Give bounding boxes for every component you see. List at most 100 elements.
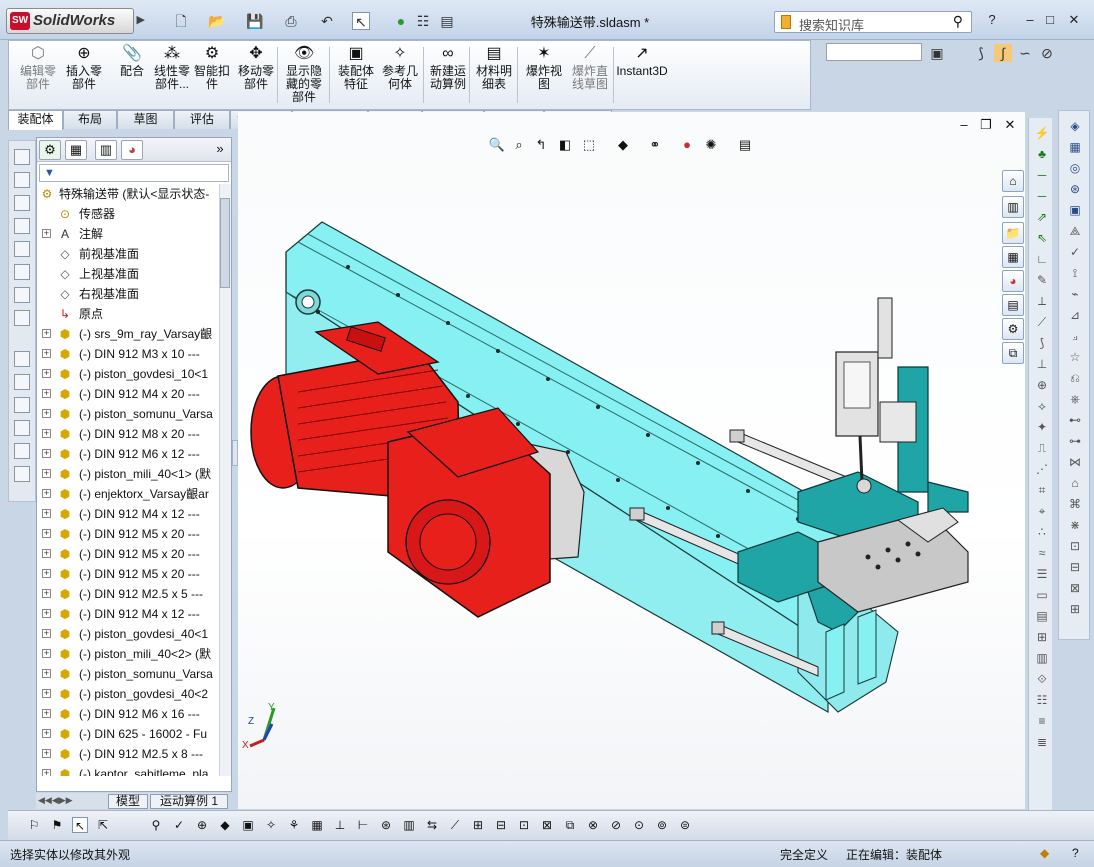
cmd-edit-component-button[interactable]: ⬡ 编辑零部件 xyxy=(15,45,61,91)
expand-icon[interactable]: + xyxy=(42,229,51,238)
expand-panel-icon[interactable]: » xyxy=(209,140,231,160)
sketch-tool-icon[interactable]: ≣ xyxy=(1033,733,1051,751)
cmd-smart-fasteners-button[interactable]: ⚙ 智能扣件 xyxy=(189,45,235,91)
expand-icon[interactable]: + xyxy=(42,669,51,678)
selection-filter-icon[interactable]: ⊢ xyxy=(355,817,371,833)
sketch-tool-icon[interactable]: ▤ xyxy=(1033,607,1051,625)
tree-item[interactable]: + ⬢ (-) DIN 912 M2.5 x 8 --- xyxy=(37,744,219,764)
feature-tool-icon[interactable]: ☆ xyxy=(1066,348,1084,366)
feature-tool-icon[interactable]: ⊷ xyxy=(1066,411,1084,429)
tree-item[interactable]: + ⬢ (-) DIN 912 M5 x 20 --- xyxy=(37,544,219,564)
tree-item[interactable]: + ⬢ (-) DIN 912 M3 x 10 --- xyxy=(37,344,219,364)
sketch-tool-icon[interactable]: ⟋ xyxy=(1033,313,1051,331)
expand-icon[interactable]: + xyxy=(42,469,51,478)
feature-tool-icon[interactable]: ◈ xyxy=(1066,117,1084,135)
selection-filter-icon[interactable]: ⊛ xyxy=(378,817,394,833)
help-status-icon[interactable]: ? xyxy=(1072,846,1079,860)
selection-filter-icon[interactable]: ▦ xyxy=(309,817,325,833)
selection-filter-icon[interactable]: ✧ xyxy=(263,817,279,833)
sketch-tool-icon[interactable]: ≡ xyxy=(1033,712,1051,730)
configuration-manager-tab-icon[interactable]: ▥ xyxy=(95,140,117,160)
selection-filter-icon[interactable]: ✓ xyxy=(171,817,187,833)
previous-view-icon[interactable]: ↰ xyxy=(532,136,550,154)
tree-item[interactable]: + ⬢ (-) srs_9m_ray_Varsay齦 xyxy=(37,324,219,344)
expand-icon[interactable]: + xyxy=(42,509,51,518)
tree-item[interactable]: + ⬢ (-) DIN 912 M6 x 12 --- xyxy=(37,444,219,464)
graphics-area[interactable]: Y Z X xyxy=(238,112,1025,809)
sketch-tool-icon[interactable]: ⟐ xyxy=(1033,670,1051,688)
sketch-tool-icon[interactable]: ✎ xyxy=(1033,271,1051,289)
sketch-tool-icon[interactable]: ⊥ xyxy=(1033,355,1051,373)
selection-filter-icon[interactable]: ⊞ xyxy=(470,817,486,833)
view-tool-icon[interactable] xyxy=(14,443,30,459)
tree-item[interactable]: ◇ 右视基准面 xyxy=(37,284,219,304)
search-icon[interactable]: ⚲ xyxy=(953,13,963,30)
selection-filter-icon[interactable]: ▣ xyxy=(240,817,256,833)
tab-1[interactable]: 布局 xyxy=(63,110,117,129)
feature-tool-icon[interactable]: ⊛ xyxy=(1066,180,1084,198)
feature-tool-icon[interactable]: ▦ xyxy=(1066,138,1084,156)
3d-content-icon[interactable]: ⧉ xyxy=(1002,342,1024,364)
sketch-tool-icon[interactable]: ─ xyxy=(1033,166,1051,184)
solidworks-forum-icon[interactable]: ⚙ xyxy=(1002,318,1024,340)
tree-item[interactable]: + ⬢ (-) DIN 625 - 16002 - Fu xyxy=(37,724,219,744)
feature-tool-icon[interactable]: ◎ xyxy=(1066,159,1084,177)
expand-icon[interactable]: + xyxy=(42,569,51,578)
view-tool-icon[interactable] xyxy=(14,218,30,234)
expand-icon[interactable]: + xyxy=(42,709,51,718)
expand-icon[interactable]: + xyxy=(42,729,51,738)
sketch-tool-icon[interactable]: ⟆ xyxy=(972,44,990,62)
selection-filter-icon[interactable]: ⊠ xyxy=(539,817,555,833)
feature-tool-icon[interactable]: ⌁ xyxy=(1066,285,1084,303)
sketch-tool-icon[interactable]: ▭ xyxy=(1033,586,1051,604)
appearances-icon[interactable]: ◕ xyxy=(1002,270,1024,292)
tree-item[interactable]: + ⬢ (-) DIN 912 M5 x 20 --- xyxy=(37,564,219,584)
tab-0[interactable]: 装配体 xyxy=(8,110,63,130)
tree-item[interactable]: + ⬢ (-) piston_govdesi_40<2 xyxy=(37,684,219,704)
view-tool-icon[interactable] xyxy=(14,264,30,280)
sketch-tool-icon[interactable]: ∴ xyxy=(1033,523,1051,541)
feature-tool-icon[interactable]: ✓ xyxy=(1066,243,1084,261)
maximize-icon[interactable]: □ xyxy=(1042,12,1058,28)
expand-icon[interactable]: + xyxy=(42,449,51,458)
selection-filter-icon[interactable]: ⊟ xyxy=(493,817,509,833)
viewport-restore-icon[interactable]: ❐ xyxy=(977,116,995,134)
configuration-select[interactable] xyxy=(826,43,922,61)
feature-tool-icon[interactable]: ⋈ xyxy=(1066,453,1084,471)
expand-icon[interactable]: + xyxy=(42,429,51,438)
edit-appearance-icon[interactable]: ● xyxy=(678,136,696,154)
select-arrow-icon[interactable]: ↖ xyxy=(352,12,370,30)
selection-filter-icon[interactable]: ⚑ xyxy=(49,817,65,833)
solidworks-resources-icon[interactable]: ⌂ xyxy=(1002,170,1024,192)
feature-tool-icon[interactable]: ⊠ xyxy=(1066,579,1084,597)
selection-filter-icon[interactable]: ⊕ xyxy=(194,817,210,833)
expand-icon[interactable]: + xyxy=(42,649,51,658)
expand-icon[interactable]: + xyxy=(42,369,51,378)
view-tool-icon[interactable] xyxy=(14,172,30,188)
expand-icon[interactable]: + xyxy=(42,389,51,398)
tree-item[interactable]: ◇ 上视基准面 xyxy=(37,264,219,284)
open-folder-icon[interactable]: 📂 xyxy=(208,12,226,30)
selection-filter-icon[interactable]: ⊥ xyxy=(332,817,348,833)
feature-tool-icon[interactable]: ⊡ xyxy=(1066,537,1084,555)
expand-icon[interactable]: + xyxy=(42,629,51,638)
hide-show-items-icon[interactable]: ⚭ xyxy=(646,136,664,154)
view-tool-icon[interactable] xyxy=(14,287,30,303)
expand-icon[interactable]: + xyxy=(42,549,51,558)
tree-item[interactable]: + ⬢ (-) DIN 912 M4 x 12 --- xyxy=(37,504,219,524)
cmd-bom-button[interactable]: ▤ 材料明细表 xyxy=(471,45,517,91)
expand-icon[interactable]: + xyxy=(42,489,51,498)
sketch-tool-icon[interactable]: ⟡ xyxy=(1033,397,1051,415)
spline-tool-icon[interactable]: ∽ xyxy=(1016,44,1034,62)
new-document-icon[interactable]: 🗋 xyxy=(172,12,190,30)
selection-filter-icon[interactable]: ⊘ xyxy=(608,817,624,833)
sketch-tool-icon[interactable]: ⋰ xyxy=(1033,460,1051,478)
search-knowledge-base-input[interactable]: 搜索知识库 ⚲ xyxy=(774,11,972,33)
cmd-reference-geometry-button[interactable]: ✧ 参考几何体 xyxy=(377,45,423,91)
selection-filter-icon[interactable]: ⧉ xyxy=(562,817,578,833)
expand-icon[interactable]: + xyxy=(42,589,51,598)
selection-filter-icon[interactable]: ⊙ xyxy=(631,817,647,833)
selection-filter-icon[interactable]: ⇱ xyxy=(95,817,111,833)
tree-item[interactable]: + ⬢ (-) piston_govdesi_40<1 xyxy=(37,624,219,644)
sketch-tool-icon[interactable]: ▥ xyxy=(1033,649,1051,667)
